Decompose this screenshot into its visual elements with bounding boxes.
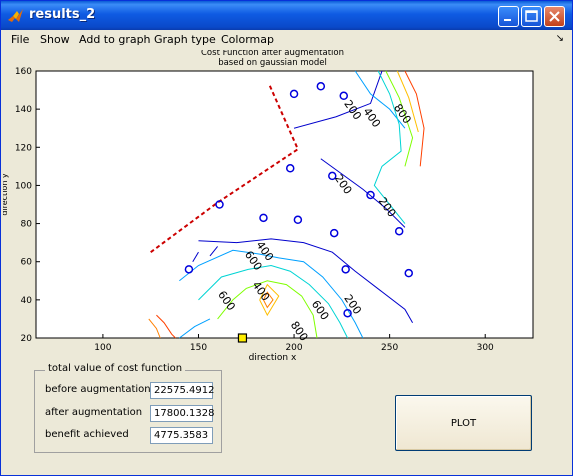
x-tick-label: 150	[190, 343, 207, 353]
chart-title-line: Cost Function after augmentation	[201, 50, 344, 58]
x-axis-label: direction x	[249, 353, 297, 360]
matlab-logo-icon	[8, 9, 23, 22]
after-augmentation-label: after augmentation	[45, 407, 143, 418]
y-tick-label: 140	[15, 105, 32, 115]
menu-show[interactable]: Show	[40, 33, 70, 46]
axes-box	[35, 70, 534, 339]
minimize-button[interactable]	[498, 6, 519, 27]
plot-button[interactable]: PLOT	[395, 395, 532, 451]
y-tick-label: 100	[15, 181, 32, 191]
x-tick-label: 100	[94, 343, 111, 353]
menu-colormap[interactable]: Colormap	[221, 33, 274, 46]
y-tick-label: 80	[21, 220, 33, 230]
benefit-achieved-value: 4775.3583	[150, 427, 213, 444]
x-tick-label: 250	[381, 343, 398, 353]
before-augmentation-label: before augmentation	[45, 384, 151, 395]
y-tick-label: 160	[15, 67, 32, 77]
menu-file[interactable]: File	[11, 33, 29, 46]
menu-graph-type[interactable]: Graph type	[154, 33, 216, 46]
title-bar[interactable]: results_2	[1, 1, 572, 30]
close-icon	[549, 11, 560, 22]
benefit-achieved-label: benefit achieved	[45, 429, 129, 440]
close-button[interactable]	[544, 6, 565, 27]
highlight-point	[237, 333, 248, 343]
contour-chart[interactable]: 200200200200400400400600600600800800100 1…	[0, 48, 571, 363]
matlab-figure-window: results_2 File Show Add to graph Graph t…	[0, 0, 573, 476]
minimize-icon	[504, 19, 511, 21]
maximize-icon	[525, 10, 538, 22]
chart-title-line: based on gaussian model	[218, 58, 327, 68]
before-augmentation-value: 22575.4912	[150, 382, 214, 399]
y-tick-label: 40	[21, 296, 33, 306]
x-tick-label: 300	[477, 343, 494, 353]
y-tick-label: 20	[21, 334, 33, 344]
group-title: total value of cost function	[45, 363, 186, 374]
after-augmentation-value: 17800.1328	[150, 405, 214, 422]
window-title: results_2	[29, 7, 96, 22]
x-tick-label: 200	[285, 343, 302, 353]
menu-arrow-icon[interactable]: ↘	[556, 33, 564, 44]
menu-bar: File Show Add to graph Graph type Colorm…	[1, 30, 572, 50]
y-axis-label: direction y	[3, 173, 9, 216]
menu-add-to-graph[interactable]: Add to graph	[79, 33, 151, 46]
plot-area: 200 200 200 200 400 400 400 600 600 600 800 800 100 1…	[0, 48, 571, 363]
cost-function-group: total value of cost function before augm…	[34, 363, 222, 453]
y-tick-label: 120	[15, 143, 32, 153]
maximize-button[interactable]	[521, 6, 542, 27]
y-tick-label: 60	[21, 258, 33, 268]
